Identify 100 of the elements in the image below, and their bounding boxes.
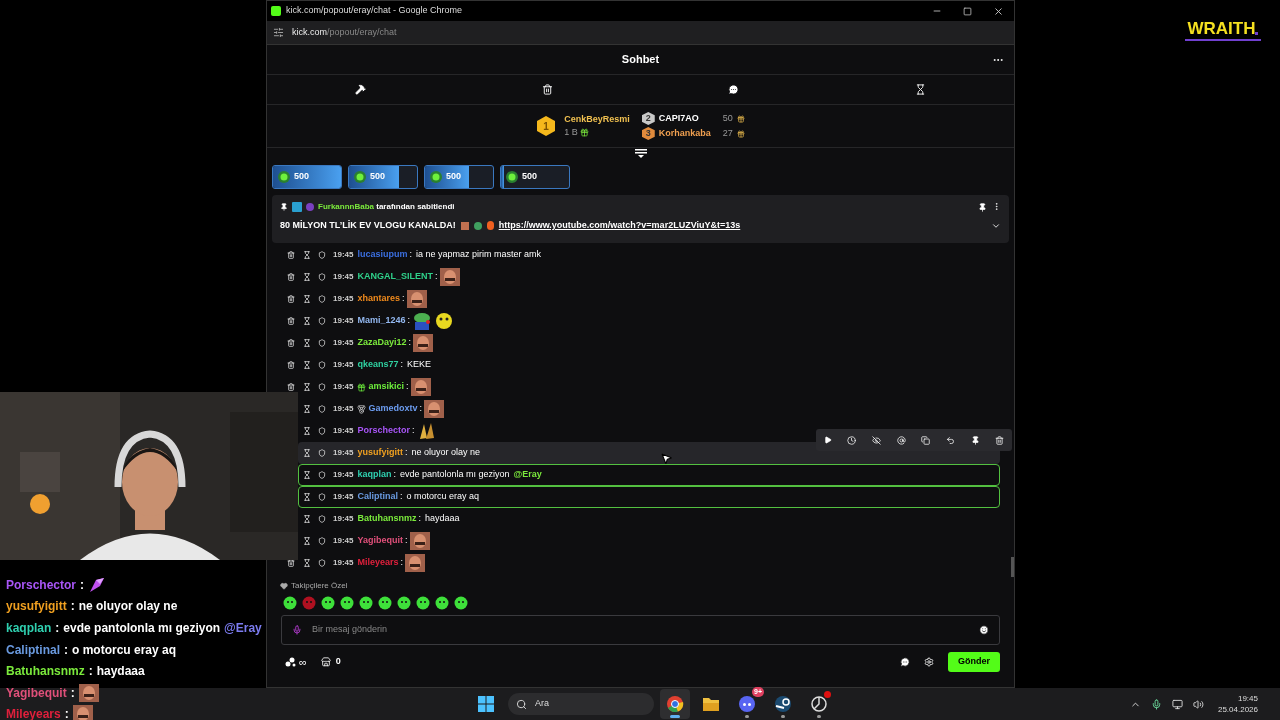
ban-icon[interactable] [354, 84, 366, 95]
shield-icon[interactable] [318, 361, 326, 369]
settings-icon[interactable] [924, 657, 934, 667]
shield-icon[interactable] [318, 339, 326, 347]
taskbar-app[interactable] [660, 689, 690, 719]
chat-icon[interactable] [900, 657, 910, 667]
shield-icon[interactable] [318, 317, 326, 325]
network-icon[interactable] [1171, 698, 1183, 710]
timeout-icon[interactable] [303, 339, 311, 347]
collapse-icon[interactable] [634, 148, 647, 158]
emote-icon[interactable] [321, 596, 335, 610]
play-icon[interactable] [823, 436, 832, 444]
browser-icon[interactable] [666, 695, 684, 713]
store-icon[interactable] [320, 657, 331, 667]
delete-icon[interactable] [541, 84, 553, 95]
message-field[interactable]: Bir mesaj gönderin [312, 623, 969, 637]
emote-icon[interactable] [340, 596, 354, 610]
chat-message[interactable]: 19:45 amsikici : [298, 376, 1000, 398]
username[interactable]: KANGAL_SILENT [357, 270, 433, 284]
timeout-icon[interactable] [303, 405, 311, 413]
mention-icon[interactable] [896, 435, 906, 445]
mic-icon[interactable] [292, 625, 302, 635]
timeout-icon[interactable] [303, 471, 311, 479]
username[interactable]: Batuhansnmz [357, 512, 417, 526]
chat-message[interactable]: 19:45 ZazaDayi12 : [298, 332, 1000, 354]
username[interactable]: amsikici [368, 380, 404, 394]
timeout-icon[interactable] [303, 361, 311, 369]
game-app-icon[interactable] [774, 695, 792, 713]
shield-icon[interactable] [318, 251, 326, 259]
emote-icon[interactable] [283, 596, 297, 610]
username[interactable]: Mileyears [357, 556, 399, 570]
chat-message[interactable]: 19:45 Mami_1246 : [298, 310, 1000, 332]
delete-icon[interactable] [287, 273, 295, 281]
chat-message[interactable]: 19:45 qkeans77 : KEKE [298, 354, 1000, 376]
app-icon[interactable] [810, 695, 828, 713]
delete-icon[interactable] [287, 295, 295, 303]
chat-app-icon[interactable] [738, 695, 756, 713]
shield-icon[interactable] [318, 493, 326, 501]
username[interactable]: Yagibequit [357, 534, 403, 548]
timeout-icon[interactable] [303, 449, 311, 457]
emote-icon[interactable] [416, 596, 430, 610]
username[interactable]: qkeans77 [357, 358, 399, 372]
timeout-icon[interactable] [303, 295, 311, 303]
username[interactable]: Gamedoxtv [368, 402, 418, 416]
chat-message[interactable]: 19:45 Mileyears : [298, 552, 1000, 574]
goal-card[interactable]: 500 [424, 165, 494, 189]
volume-icon[interactable] [1192, 698, 1204, 710]
hide-icon[interactable] [872, 435, 882, 445]
more-icon[interactable] [992, 202, 1001, 211]
delete-icon[interactable] [287, 559, 295, 567]
shield-icon[interactable] [318, 405, 326, 413]
copy-icon[interactable] [921, 435, 931, 445]
unpin-icon[interactable] [978, 202, 987, 212]
shield-icon[interactable] [318, 559, 326, 567]
timeout-icon[interactable] [303, 515, 311, 523]
send-button[interactable]: Gönder [948, 652, 1000, 672]
chat-icon[interactable] [728, 84, 740, 95]
chat-message[interactable]: 19:45 xhantares : [298, 288, 1000, 310]
clock-icon[interactable] [847, 435, 857, 445]
shield-icon[interactable] [318, 273, 326, 281]
shield-icon[interactable] [318, 515, 326, 523]
shield-icon[interactable] [318, 471, 326, 479]
timeout-icon[interactable] [303, 317, 311, 325]
username[interactable]: yusufyigitt [357, 446, 403, 460]
timeout-icon[interactable] [303, 559, 311, 567]
delete-icon[interactable] [287, 361, 295, 369]
shield-icon[interactable] [318, 383, 326, 391]
pin-icon[interactable] [970, 435, 980, 445]
username[interactable]: lucasiupum [357, 248, 408, 262]
timeout-icon[interactable] [303, 251, 311, 259]
emote-icon[interactable] [378, 596, 392, 610]
search-box[interactable]: Ara [508, 693, 654, 715]
delete-icon[interactable] [995, 435, 1005, 445]
timeout-icon[interactable] [303, 383, 311, 391]
shield-icon[interactable] [318, 427, 326, 435]
chat-message[interactable]: 19:45 lucasiupum : ia ne yapmaz pirim master amk [298, 244, 1000, 266]
username[interactable]: Mami_1246 [357, 314, 406, 328]
timeout-icon[interactable] [303, 537, 311, 545]
emoji-icon[interactable] [979, 625, 989, 635]
goal-card[interactable]: 500 [348, 165, 418, 189]
shield-icon[interactable] [318, 449, 326, 457]
delete-icon[interactable] [287, 383, 295, 391]
mic-icon[interactable] [1150, 698, 1162, 710]
delete-icon[interactable] [287, 251, 295, 259]
chat-message[interactable]: 19:45 Batuhansnmz : haydaaa [298, 508, 1000, 530]
timeout-icon[interactable] [303, 273, 311, 281]
folder-icon[interactable] [702, 696, 720, 712]
chat-message[interactable]: 19:45 kaqplan : evde pantolonla mı geziyon @Eray [298, 464, 1000, 486]
address-bar[interactable]: kick.com/popout/eray/chat [267, 21, 1014, 45]
username[interactable]: Porschector [357, 424, 410, 438]
chat-message[interactable]: 19:45 Yagibequit : [298, 530, 1000, 552]
shield-icon[interactable] [318, 295, 326, 303]
chat-message[interactable]: 19:45 KANGAL_SILENT : [298, 266, 1000, 288]
goal-card[interactable]: 500 [500, 165, 570, 189]
chat-message[interactable]: 19:45 Porschector : [298, 420, 1000, 442]
chat-message[interactable]: 19:45 Caliptinal : o motorcu eray aq [298, 486, 1000, 508]
emote-icon[interactable] [359, 596, 373, 610]
timeout-icon[interactable] [915, 84, 927, 95]
timeout-icon[interactable] [303, 427, 311, 435]
username[interactable]: kaqplan [357, 468, 392, 482]
